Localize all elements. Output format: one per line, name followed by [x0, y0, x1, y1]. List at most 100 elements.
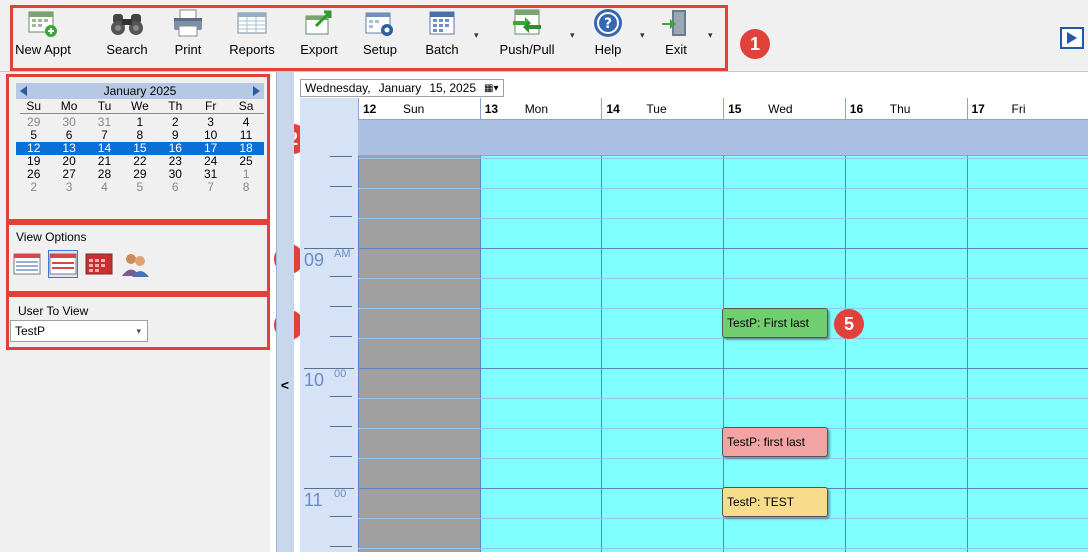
day-column-fri[interactable] [966, 156, 1088, 552]
slot-line [358, 158, 1088, 159]
weekday-header: Sa [238, 99, 254, 113]
setup-icon [359, 6, 401, 40]
appointment-1[interactable]: TestP: First last [722, 308, 828, 338]
slot-line [358, 188, 1088, 189]
print-button[interactable]: Print [166, 6, 210, 68]
callout-badge-1: 1 [740, 29, 770, 59]
hour-label: 11 [304, 490, 323, 510]
toolbar: New Appt Search Print Reports Export Set… [0, 0, 1088, 72]
slot-line [358, 458, 1088, 459]
calendar-dropdown-icon[interactable]: ▦▾ [484, 83, 498, 94]
setup-button[interactable]: Setup [358, 6, 402, 68]
slot-line [358, 278, 1088, 279]
month-view-icon[interactable] [84, 250, 114, 278]
day-header-fri[interactable]: 17 Fri [966, 98, 1088, 120]
all-day-row[interactable] [358, 120, 1088, 156]
appointment-3-text: TestP: TEST [727, 495, 795, 509]
mini-calendar-divider [20, 113, 264, 114]
print-label: Print [174, 42, 202, 57]
collapse-arrow[interactable]: < [277, 377, 293, 393]
time-tick [330, 156, 352, 157]
mini-calendar-day[interactable]: 4 [87, 181, 122, 194]
play-button[interactable] [1060, 27, 1084, 49]
day-view-icon[interactable] [12, 250, 42, 278]
mini-calendar-day[interactable]: 6 [158, 181, 193, 194]
mini-calendar-day[interactable]: 8 [228, 181, 263, 194]
collapse-panel-bar[interactable] [276, 72, 294, 552]
previous-month-arrow-icon[interactable] [20, 86, 27, 96]
day-name: Mon [524, 102, 549, 116]
chevron-down-icon: ▾ [136, 326, 141, 336]
appointment-3[interactable]: TestP: TEST [722, 487, 828, 517]
mini-calendar-day[interactable]: 5 [122, 181, 157, 194]
day-header-wed[interactable]: 15 Wed [723, 98, 845, 120]
day-number: 13 [484, 102, 499, 116]
weekday-header: Su [26, 99, 42, 113]
batch-dropdown-caret-icon[interactable]: ▾ [474, 30, 479, 41]
day-number: 14 [606, 102, 620, 116]
day-name: Wed [768, 102, 793, 116]
search-label: Search [106, 42, 148, 57]
next-month-arrow-icon[interactable] [253, 86, 260, 96]
mini-calendar-day[interactable]: 7 [193, 181, 228, 194]
export-icon [298, 6, 340, 40]
report-icon [231, 6, 273, 40]
exit-button[interactable]: Exit [654, 6, 698, 68]
push-pull-dropdown-caret-icon[interactable]: ▾ [570, 30, 575, 41]
time-tick [330, 426, 352, 427]
slot-line [358, 218, 1088, 219]
day-header-mon[interactable]: 13 Mon [479, 98, 602, 120]
day-column-mon[interactable] [479, 156, 602, 552]
mini-calendar-month-label: January 2025 [103, 84, 177, 98]
help-button[interactable]: ? Help [588, 6, 628, 68]
hour-suffix: 00 [334, 368, 347, 380]
day-column-thu[interactable] [844, 156, 967, 552]
day-number: 12 [363, 102, 377, 116]
exit-dropdown-caret-icon[interactable]: ▾ [708, 30, 713, 41]
date-picker[interactable]: Wednesday, January 15, 2025 ▦▾ [300, 79, 504, 97]
day-column-tue[interactable] [601, 156, 723, 552]
mini-calendar-day[interactable]: 3 [51, 181, 86, 194]
users-view-icon[interactable] [120, 250, 150, 278]
appointment-2[interactable]: TestP: first last [722, 427, 828, 457]
export-button[interactable]: Export [294, 6, 344, 68]
slot-line [358, 518, 1088, 519]
day-number: 17 [971, 102, 985, 116]
callout-badge-5: 5 [834, 309, 864, 339]
weekday-header: Th [168, 99, 183, 113]
exit-label: Exit [665, 42, 687, 57]
day-number: 15 [728, 102, 742, 116]
mini-calendar-weekday-row: Su Mo Tu We Th Fr Sa [16, 100, 264, 113]
time-tick [330, 516, 352, 517]
day-header-sun[interactable]: 12 Sun [358, 98, 480, 120]
day-column-sun[interactable] [358, 156, 480, 552]
user-to-view-label: User To View [18, 304, 89, 318]
day-header-thu[interactable]: 16 Thu [844, 98, 967, 120]
help-dropdown-caret-icon[interactable]: ▾ [640, 30, 645, 41]
new-appointment-icon [22, 6, 64, 40]
left-panel: January 2025 Su Mo Tu We Th Fr Sa 29 30 31 1 2 3 4 5 6… [0, 72, 308, 552]
push-pull-button[interactable]: Push/Pull [494, 6, 560, 68]
help-icon: ? [587, 6, 629, 40]
time-tick [330, 396, 352, 397]
user-select-dropdown[interactable]: TestP ▾ [10, 320, 148, 342]
appointment-2-text: TestP: first last [727, 435, 806, 449]
weekday-header: We [130, 99, 149, 113]
push-pull-label: Push/Pull [499, 42, 555, 57]
day-name: Sun [403, 102, 425, 116]
new-appt-button[interactable]: New Appt [14, 6, 72, 68]
printer-icon [167, 6, 209, 40]
date-day-year: 15, 2025 [429, 81, 477, 95]
batch-button[interactable]: Batch [418, 6, 466, 68]
reports-button[interactable]: Reports [224, 6, 280, 68]
mini-calendar-day[interactable]: 2 [16, 181, 51, 194]
day-header-tue[interactable]: 14 Tue [601, 98, 723, 120]
day-name: Thu [889, 102, 911, 116]
time-column [300, 98, 358, 552]
binoculars-icon [106, 6, 148, 40]
week-view-icon[interactable] [48, 250, 78, 278]
hour-suffix: 00 [334, 488, 347, 500]
hour-tick [304, 368, 354, 369]
search-button[interactable]: Search [102, 6, 152, 68]
mini-calendar-header: January 2025 [16, 83, 264, 99]
